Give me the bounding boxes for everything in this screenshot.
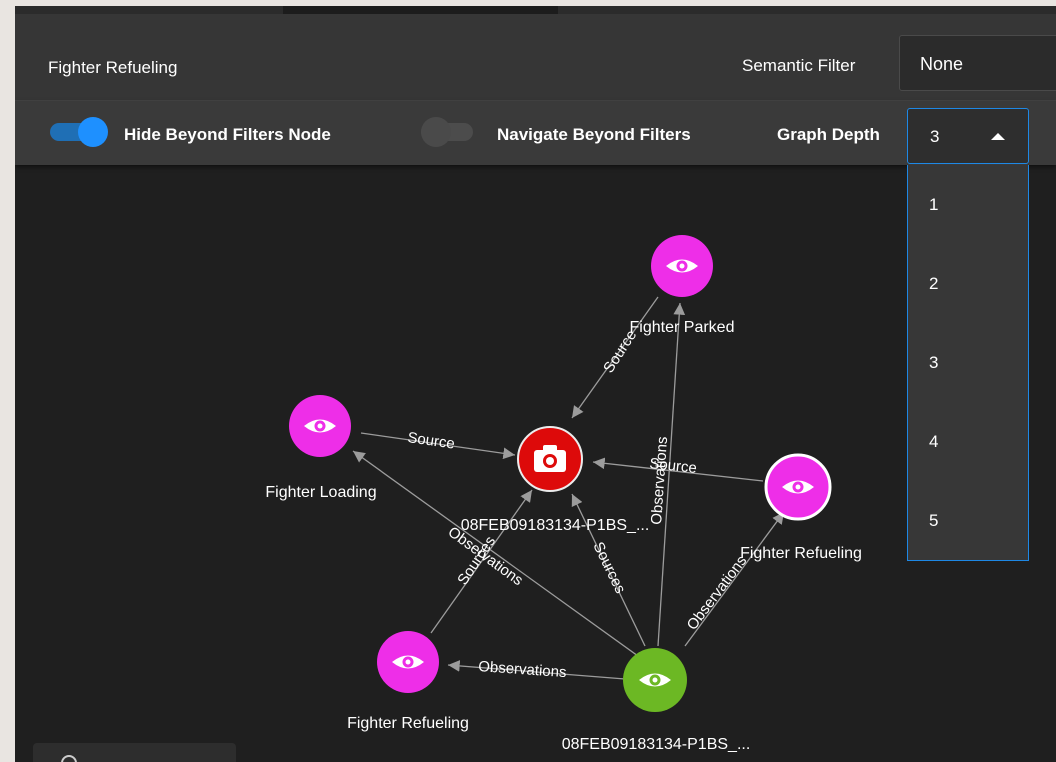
node-label: Fighter Refueling	[347, 715, 469, 732]
node-fighter-loading[interactable]: Fighter Loading	[265, 395, 377, 501]
depth-option-5[interactable]: 5	[908, 481, 1028, 560]
option-label: 4	[929, 432, 939, 451]
option-label: 2	[929, 274, 939, 293]
graph-depth-dropdown: 1 2 3 4 5	[907, 165, 1029, 561]
edge-label: Sources	[589, 539, 628, 596]
node-label: Fighter Loading	[265, 484, 376, 501]
node-image-source[interactable]: 08FEB09183134-P1BS_...	[461, 426, 650, 534]
edge-label: Observations	[648, 436, 671, 525]
node-fighter-parked[interactable]: Fighter Parked	[630, 235, 735, 336]
node-label: 08FEB09183134-P1BS_...	[562, 736, 751, 753]
option-label: 5	[929, 511, 939, 530]
edge-label: Observations	[478, 658, 567, 681]
depth-option-4[interactable]: 4	[908, 402, 1028, 481]
app-window: Fighter Refueling Semantic Filter None H…	[15, 6, 1056, 762]
node-fighter-refueling-right[interactable]: Fighter Refueling	[740, 453, 862, 562]
option-label: 3	[929, 353, 939, 372]
relationship-graph: Source Source Source Observations Observ…	[265, 235, 862, 753]
depth-option-2[interactable]: 2	[908, 244, 1028, 323]
node-label: Fighter Refueling	[740, 545, 862, 562]
circle-icon	[61, 755, 77, 762]
depth-option-1[interactable]: 1	[908, 165, 1028, 244]
depth-option-3[interactable]: 3	[908, 323, 1028, 402]
node-fighter-refueling-left[interactable]: Fighter Refueling	[347, 631, 469, 732]
option-label: 1	[929, 195, 939, 214]
bottom-action-button[interactable]	[33, 743, 236, 762]
node-label: Fighter Parked	[630, 319, 735, 336]
node-center-observation[interactable]: 08FEB09183134-P1BS_...	[562, 648, 751, 753]
edge-label: Source	[406, 429, 455, 452]
edge-label: Observations	[684, 553, 751, 634]
node-label: 08FEB09183134-P1BS_...	[461, 517, 650, 534]
